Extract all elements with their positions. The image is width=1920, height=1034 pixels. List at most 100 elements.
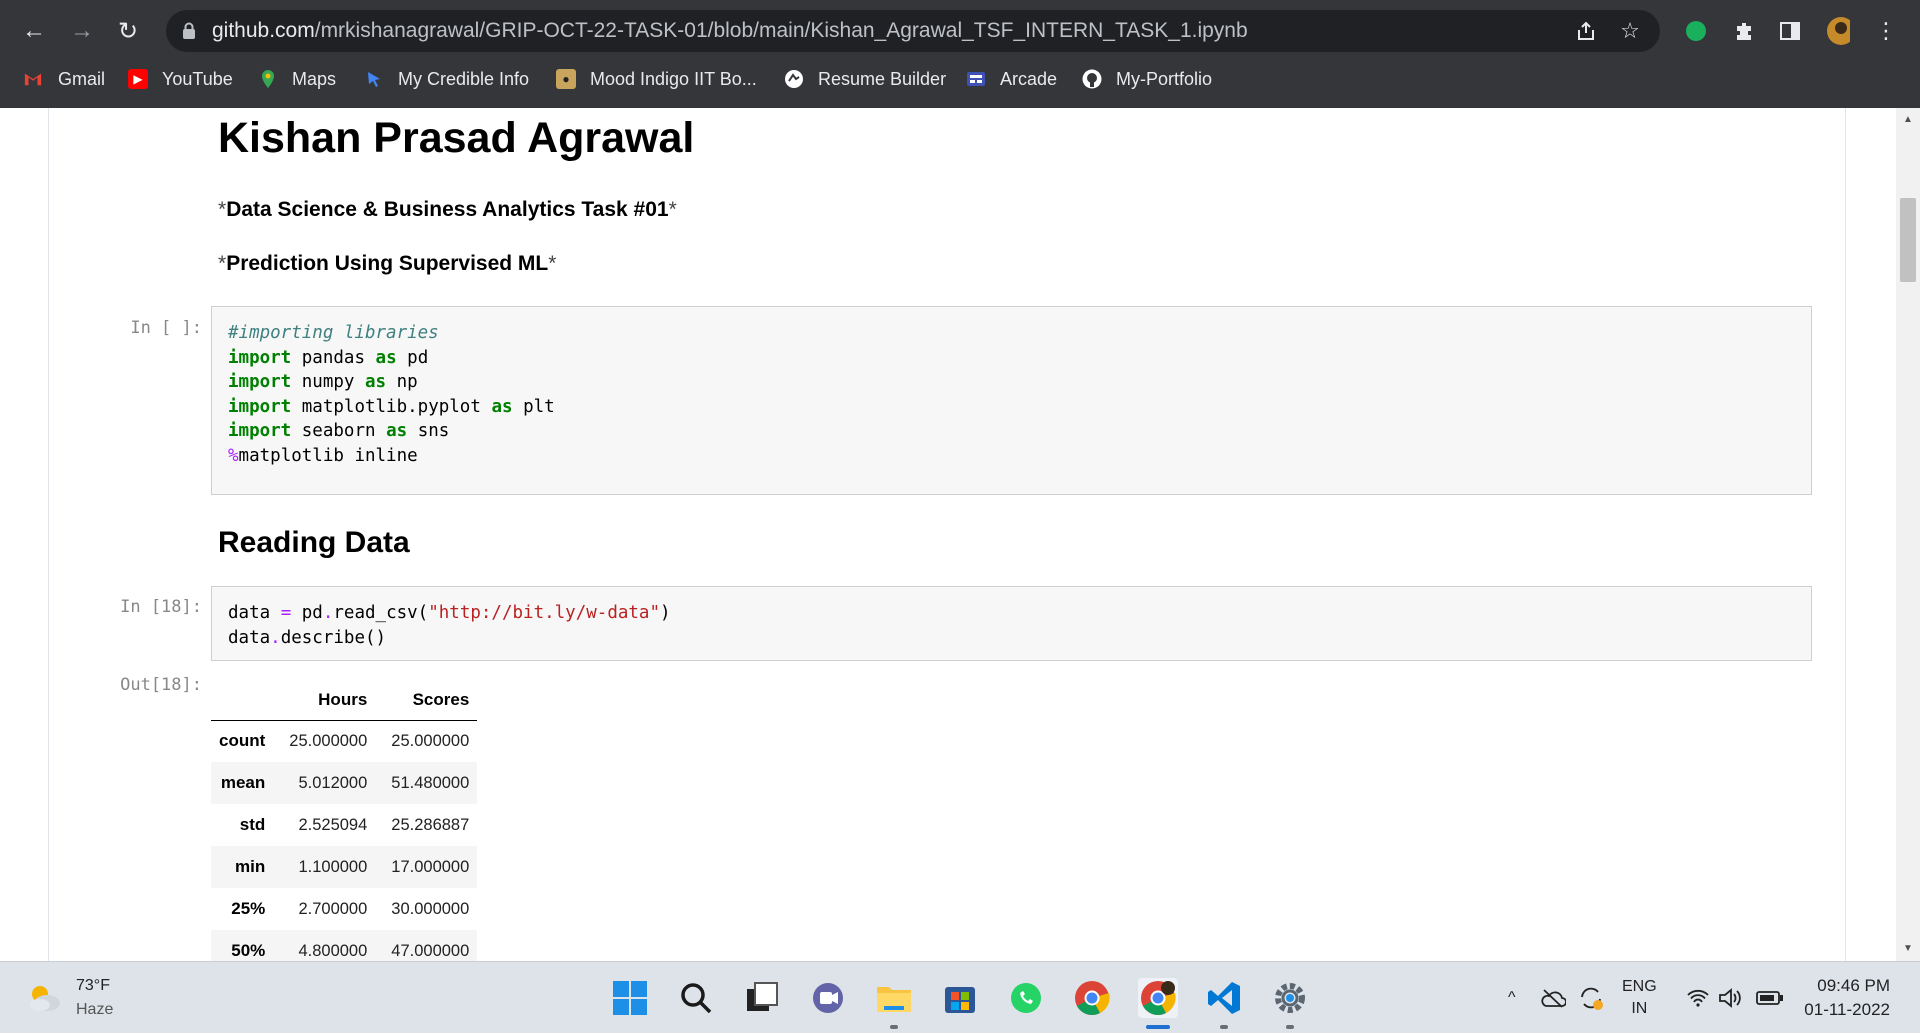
row-label: 25% <box>231 899 266 918</box>
extensions-puzzle-icon[interactable] <box>1732 19 1756 43</box>
youtube-icon: ▶ <box>128 69 148 89</box>
clock-date: 01-11-2022 <box>1804 1000 1890 1019</box>
row-label: 50% <box>231 941 266 960</box>
file-explorer-icon[interactable] <box>874 978 914 1018</box>
table-cell: 25.000000 <box>391 731 470 750</box>
table-cell: 2.525094 <box>298 815 368 834</box>
bookmarks-bar: Gmail ▶ YouTube Maps My Credible Info ● … <box>0 60 1920 98</box>
battery-icon[interactable] <box>1756 962 1784 1034</box>
url-text: github.com/mrkishanagrawal/GRIP-OCT-22-T… <box>212 19 1248 42</box>
settings-gear-icon[interactable] <box>1270 978 1310 1018</box>
active-indicator <box>1146 1025 1170 1029</box>
reload-icon[interactable]: ↻ <box>108 10 148 52</box>
column-header: Scores <box>375 680 478 721</box>
table-row: 25% 2.700000 30.000000 <box>211 888 477 930</box>
language-code: ENG <box>1622 978 1657 995</box>
index-header <box>211 680 274 721</box>
bookmark-label: My Credible Info <box>398 68 530 89</box>
bookmark-resume-builder[interactable]: Resume Builder <box>784 60 946 98</box>
code-cell-read-data[interactable]: data = pd.read_csv("http://bit.ly/w-data… <box>211 586 1812 661</box>
weather-desc: Haze <box>76 1001 114 1018</box>
page-content: Kishan Prasad Agrawal *Data Science & Bu… <box>0 108 1920 961</box>
row-label: min <box>235 857 266 876</box>
region-code: IN <box>1631 1000 1648 1017</box>
bookmark-label: YouTube <box>162 68 233 89</box>
cell-prompt: In [ ]: <box>130 318 202 338</box>
scrollbar-thumb[interactable] <box>1900 198 1916 282</box>
bookmark-arcade[interactable]: Arcade <box>966 60 1057 98</box>
table-cell: 30.000000 <box>391 899 470 918</box>
table-cell: 25.000000 <box>289 731 368 750</box>
table-row: std 2.525094 25.286887 <box>211 804 477 846</box>
arcade-icon <box>967 72 985 86</box>
profile-avatar-icon[interactable] <box>1826 17 1850 45</box>
github-icon <box>1082 69 1102 89</box>
table-row: 50% 4.800000 47.000000 <box>211 930 478 961</box>
row-label: std <box>239 815 266 834</box>
browser-toolbar: ← → ↻ github.com/mrkishanagrawal/GRIP-OC… <box>0 10 1920 52</box>
language-indicator[interactable]: ENG IN <box>1622 962 1657 1034</box>
table-cell: 47.000000 <box>391 941 470 960</box>
bookmark-mood-indigo[interactable]: ● Mood Indigo IIT Bo... <box>556 60 757 98</box>
address-bar[interactable]: github.com/mrkishanagrawal/GRIP-OCT-22-T… <box>166 10 1660 52</box>
bookmark-label: Mood Indigo IIT Bo... <box>590 68 757 89</box>
bookmark-gmail[interactable]: Gmail <box>22 60 105 98</box>
scroll-up-icon[interactable]: ▲ <box>1896 112 1920 128</box>
bookmark-maps[interactable]: Maps <box>258 60 336 98</box>
browser-chrome: ← → ↻ github.com/mrkishanagrawal/GRIP-OC… <box>0 0 1920 108</box>
volume-icon[interactable] <box>1718 962 1744 1034</box>
bookmark-credible-info[interactable]: My Credible Info <box>364 60 529 98</box>
bookmark-youtube[interactable]: ▶ YouTube <box>128 60 233 98</box>
section-heading-reading-data: Reading Data <box>218 526 410 559</box>
side-panel-icon[interactable] <box>1778 19 1802 43</box>
page-scrollbar[interactable]: ▲ ▼ <box>1896 108 1920 961</box>
notebook-title: Kishan Prasad Agrawal <box>218 114 695 162</box>
search-icon[interactable] <box>676 978 716 1018</box>
system-clock[interactable]: 09:46 PM 01-11-2022 <box>1804 974 1890 1022</box>
back-icon[interactable]: ← <box>14 10 54 52</box>
sync-icon[interactable] <box>1578 962 1604 1034</box>
star-icon[interactable]: ☆ <box>1618 18 1642 43</box>
vscode-icon[interactable] <box>1204 978 1244 1018</box>
extension-green-icon[interactable] <box>1684 19 1708 43</box>
scroll-down-icon[interactable]: ▼ <box>1896 941 1920 957</box>
share-icon[interactable] <box>1574 19 1598 43</box>
table-row: count 25.000000 25.000000 <box>211 720 477 762</box>
cell-prompt: In [18]: <box>120 597 202 617</box>
resume-builder-icon <box>785 70 803 88</box>
chrome-icon[interactable] <box>1072 978 1112 1018</box>
lock-icon <box>183 22 195 39</box>
microsoft-store-icon[interactable] <box>940 978 980 1018</box>
chrome-profile-icon[interactable] <box>1138 978 1178 1018</box>
table-cell: 51.480000 <box>391 773 470 792</box>
code-cell-imports[interactable]: #importing libraries import pandas as pd… <box>211 306 1812 495</box>
table-header-row: Hours Scores <box>211 680 478 721</box>
bookmark-label: Gmail <box>58 68 106 89</box>
wifi-icon[interactable] <box>1686 962 1710 1034</box>
describe-output-table: Hours Scores count 25.000000 25.000000 mea… <box>211 680 478 961</box>
code-comment: #importing libraries <box>228 323 439 343</box>
weather-widget[interactable]: 73°F Haze <box>26 976 113 1020</box>
teams-chat-icon[interactable] <box>808 978 848 1018</box>
windows-start-icon[interactable] <box>610 978 650 1018</box>
tray-chevron-icon[interactable]: ^ <box>1508 962 1516 1034</box>
bookmark-label: Arcade <box>1000 68 1058 89</box>
task-view-icon[interactable] <box>742 978 782 1018</box>
forward-icon[interactable]: → <box>62 10 102 52</box>
subtitle-prediction: *Prediction Using Supervised ML* <box>218 252 557 275</box>
menu-kebab-icon[interactable]: ⋮ <box>1874 18 1898 43</box>
row-label: mean <box>220 773 266 792</box>
table-cell: 17.000000 <box>391 857 470 876</box>
subtitle-task: *Data Science & Business Analytics Task … <box>218 198 677 221</box>
column-header: Hours <box>273 680 376 721</box>
table-cell: 5.012000 <box>298 773 368 792</box>
table-row: mean 5.012000 51.480000 <box>211 762 478 804</box>
windows-taskbar: 73°F Haze ^ ENG IN 09:46 PM 01-11-2022 <box>0 961 1920 1033</box>
running-indicator <box>890 1025 898 1029</box>
bookmark-my-portfolio[interactable]: My-Portfolio <box>1082 60 1212 98</box>
bookmark-label: My-Portfolio <box>1116 68 1213 89</box>
table-cell: 4.800000 <box>298 941 368 960</box>
whatsapp-icon[interactable] <box>1006 978 1046 1018</box>
row-label: count <box>219 731 266 751</box>
onedrive-icon[interactable] <box>1540 962 1566 1034</box>
